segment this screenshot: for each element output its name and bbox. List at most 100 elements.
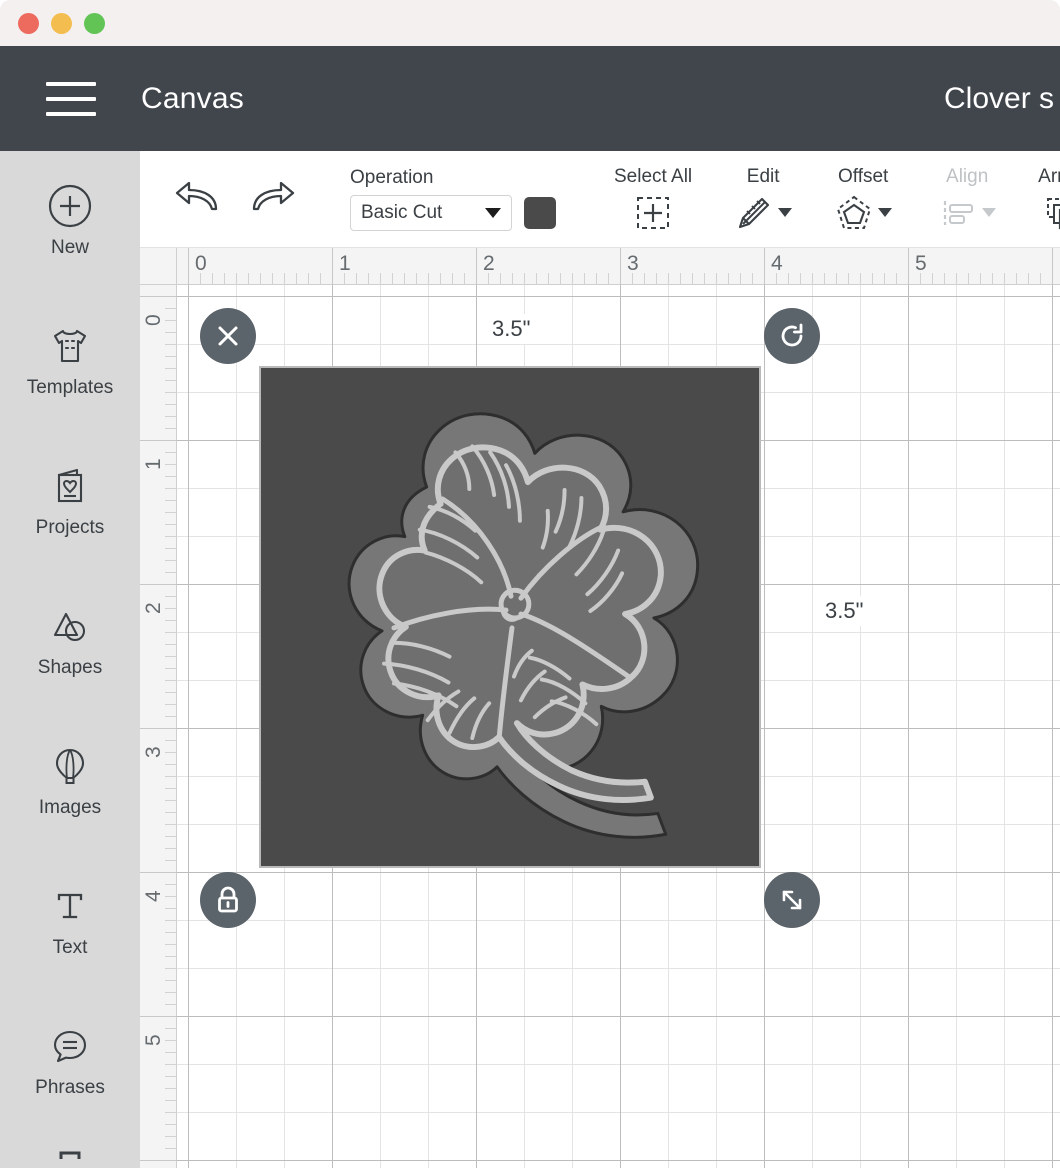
sidebar-item-shapes[interactable]: Shapes	[0, 571, 140, 711]
ruler-minor-tick	[212, 273, 213, 285]
ruler-minor-tick	[165, 344, 177, 345]
ruler-label: 0	[142, 314, 165, 326]
sidebar-item-phrases[interactable]: Phrases	[0, 991, 140, 1131]
toolbar-action-offset[interactable]: Offset	[834, 166, 893, 233]
ruler-label: 3	[142, 746, 165, 758]
ruler-minor-tick	[728, 273, 729, 285]
vertical-ruler[interactable]: 0123456	[140, 248, 177, 1168]
operation-group: Operation Basic Cut	[350, 167, 556, 231]
ruler-minor-tick	[1028, 273, 1029, 285]
action-label: Edit	[746, 165, 780, 187]
ruler-minor-tick	[896, 273, 897, 285]
maximize-button[interactable]	[84, 12, 105, 34]
ruler-minor-tick	[165, 680, 177, 681]
ruler-minor-tick	[680, 273, 681, 285]
lock-icon	[218, 886, 238, 913]
chevron-down-icon	[485, 208, 501, 218]
ruler-minor-tick	[165, 884, 177, 885]
ruler-minor-tick	[165, 992, 177, 993]
ruler-label: 4	[142, 890, 165, 902]
sidebar-item-upload[interactable]	[0, 1131, 140, 1168]
sidebar-item-images[interactable]: Images	[0, 711, 140, 851]
undo-arrow-icon[interactable]	[172, 179, 224, 219]
ruler-minor-tick	[632, 273, 633, 285]
ruler-minor-tick	[165, 668, 177, 669]
ruler-minor-tick	[536, 273, 537, 285]
minimize-button[interactable]	[51, 12, 72, 34]
redo-arrow-icon[interactable]	[246, 179, 298, 219]
ruler-minor-tick	[260, 273, 261, 285]
ruler-minor-tick	[165, 308, 177, 309]
ruler-minor-tick	[524, 273, 525, 285]
lock-handle[interactable]	[200, 872, 256, 928]
ruler-minor-tick	[165, 800, 177, 801]
tshirt-icon	[53, 329, 87, 363]
design-canvas[interactable]: 3.5" 3.5" 0 1 2 3 4 5 0 1 2 3 4 5	[140, 248, 1060, 1168]
toolbar-action-align[interactable]: Align	[938, 166, 997, 233]
ruler-minor-tick	[656, 273, 657, 285]
ruler-minor-tick	[284, 273, 285, 285]
sidebar-item-templates[interactable]: Templates	[0, 291, 140, 431]
speech-bubble-icon	[53, 1030, 87, 1063]
ruler-minor-tick	[428, 273, 429, 285]
chevron-down-icon	[778, 208, 793, 217]
ruler-major-tick	[620, 248, 621, 285]
delete-handle[interactable]	[200, 308, 256, 364]
ruler-minor-tick	[165, 788, 177, 789]
ruler-minor-tick	[165, 560, 177, 561]
color-swatch[interactable]	[524, 197, 556, 229]
ruler-minor-tick	[165, 320, 177, 321]
toolbar-action-arrange[interactable]: Arrange	[1038, 166, 1060, 233]
ruler-minor-tick	[836, 273, 837, 285]
close-button[interactable]	[18, 12, 39, 34]
ruler-minor-tick	[165, 632, 177, 633]
ruler-minor-tick	[224, 273, 225, 285]
ruler-minor-tick	[1016, 273, 1017, 285]
ruler-minor-tick	[1040, 273, 1041, 285]
card-heart-icon	[57, 468, 83, 503]
horizontal-ruler[interactable]: 0123456	[140, 248, 1060, 285]
project-title: Clover s	[944, 81, 1055, 115]
shapes-icon	[53, 612, 86, 642]
hamburger-menu-icon[interactable]	[46, 81, 96, 116]
operation-select[interactable]: Basic Cut	[350, 195, 512, 231]
sidebar-item-text[interactable]: Text	[0, 851, 140, 991]
ruler-minor-tick	[1004, 273, 1005, 285]
ruler-minor-tick	[165, 968, 177, 969]
toolbar-action-edit[interactable]: Edit	[734, 165, 793, 233]
resize-handle[interactable]	[764, 872, 820, 928]
ruler-minor-tick	[165, 740, 177, 741]
ruler-minor-tick	[464, 273, 465, 285]
ruler-minor-tick	[308, 273, 309, 285]
ruler-minor-tick	[165, 944, 177, 945]
selected-object[interactable]	[259, 366, 761, 868]
ruler-major-tick	[140, 1016, 177, 1017]
ruler-minor-tick	[165, 1136, 177, 1137]
ruler-major-tick	[332, 248, 333, 285]
sidebar-item-label: Shapes	[37, 657, 103, 678]
ruler-minor-tick	[884, 273, 885, 285]
ruler-major-tick	[140, 440, 177, 441]
ruler-minor-tick	[165, 1100, 177, 1101]
ruler-minor-tick	[740, 273, 741, 285]
chevron-down-icon	[878, 208, 893, 217]
ruler-minor-tick	[992, 273, 993, 285]
ruler-minor-tick	[165, 476, 177, 477]
app-window: Canvas Clover s New Templates Projects S…	[0, 0, 1060, 1168]
ruler-minor-tick	[165, 380, 177, 381]
sidebar-item-projects[interactable]: Projects	[0, 431, 140, 571]
ruler-minor-tick	[165, 1004, 177, 1005]
sidebar-item-new[interactable]: New	[0, 151, 140, 291]
ruler-minor-tick	[165, 500, 177, 501]
toolbar-action-select-all[interactable]: Select All	[614, 166, 692, 233]
sidebar-item-label: Images	[38, 797, 102, 818]
ruler-minor-tick	[440, 273, 441, 285]
chevron-down-icon	[982, 208, 997, 217]
close-x-icon	[218, 326, 238, 346]
ruler-minor-tick	[165, 1088, 177, 1089]
ruler-minor-tick	[512, 273, 513, 285]
rotate-handle[interactable]	[764, 308, 820, 364]
ruler-minor-tick	[860, 273, 861, 285]
ruler-minor-tick	[165, 512, 177, 513]
ruler-minor-tick	[165, 848, 177, 849]
